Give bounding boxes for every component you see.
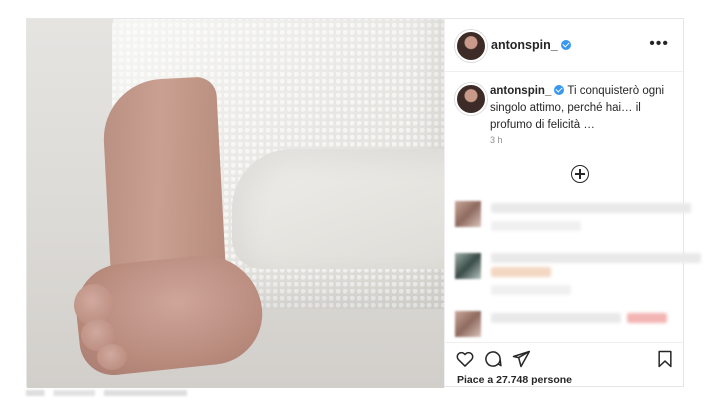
blurred-comment-text: [627, 313, 667, 323]
verified-badge-icon: [560, 40, 571, 50]
caption-avatar[interactable]: [455, 83, 487, 115]
heart-icon[interactable]: [455, 349, 475, 369]
verified-badge-icon: [554, 85, 565, 95]
action-bar: Piace a 27.748 persone: [445, 342, 683, 389]
blurred-comment-text: [491, 253, 701, 263]
caption-username[interactable]: antonspin_: [490, 85, 551, 97]
blurred-comment-meta: [491, 221, 581, 231]
toe-shape: [97, 344, 127, 370]
post-time[interactable]: 3 h: [490, 135, 503, 145]
post-header: antonspin_ •••: [445, 19, 683, 72]
comment-icon[interactable]: [483, 349, 503, 369]
instagram-post: antonspin_ ••• antonspin_ Ti conquisterò…: [26, 18, 701, 389]
plus-circle-icon[interactable]: [571, 165, 589, 183]
more-dots-icon[interactable]: •••: [649, 35, 669, 53]
cable-shape: [227, 339, 327, 388]
likes-count[interactable]: Piace a 27.748 persone: [457, 374, 572, 386]
post-side-panel: antonspin_ ••• antonspin_ Ti conquisterò…: [444, 19, 701, 389]
avatar[interactable]: [455, 30, 487, 62]
comment-avatar: [455, 311, 481, 337]
towel-fold-shape: [232, 149, 444, 269]
cropped-text-fragment: [26, 390, 256, 396]
blurred-comment-text: [491, 267, 551, 277]
blurred-comment-text: [491, 313, 621, 323]
comment-item: [455, 253, 701, 303]
bookmark-icon[interactable]: [655, 349, 675, 369]
comment-avatar: [455, 253, 481, 279]
header-username[interactable]: antonspin_: [491, 38, 571, 52]
send-icon[interactable]: [511, 349, 531, 369]
username-text[interactable]: antonspin_: [491, 38, 558, 52]
blurred-comment-text: [491, 203, 691, 213]
post-photo[interactable]: [27, 19, 444, 388]
comment-avatar: [455, 201, 481, 227]
blurred-comment-meta: [491, 285, 571, 295]
comment-item: [455, 201, 691, 251]
post-caption: antonspin_ Ti conquisterò ogni singolo a…: [490, 83, 680, 134]
